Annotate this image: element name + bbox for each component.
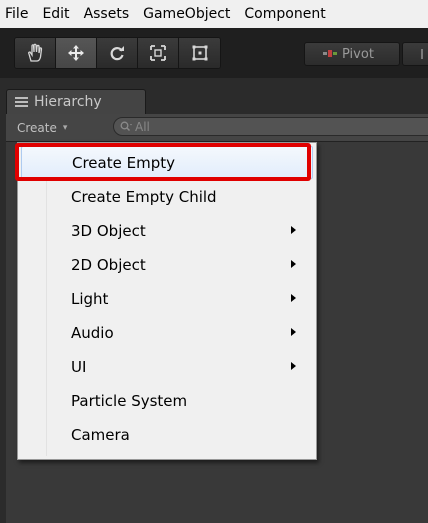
submenu-arrow-icon xyxy=(291,294,296,302)
hand-tool-button[interactable] xyxy=(15,38,56,68)
create-label: Create xyxy=(17,120,57,135)
menu-item-label: Create Empty Child xyxy=(71,187,217,206)
list-icon xyxy=(15,95,28,109)
global-local-toggle-button[interactable] xyxy=(402,42,428,66)
menu-item-audio[interactable]: Audio xyxy=(21,316,313,349)
scale-icon xyxy=(150,45,166,61)
menu-item-create-empty-child[interactable]: Create Empty Child xyxy=(21,180,313,213)
highlight-outline xyxy=(15,143,311,181)
menu-item-particle-system[interactable]: Particle System xyxy=(21,384,313,417)
hierarchy-toolbar: Create ▾ All xyxy=(6,114,428,142)
submenu-arrow-icon xyxy=(291,260,296,268)
menu-item-ui[interactable]: UI xyxy=(21,350,313,383)
pivot-icon xyxy=(323,50,337,57)
menu-assets[interactable]: Assets xyxy=(77,6,137,22)
search-placeholder: All xyxy=(135,119,150,134)
menu-edit[interactable]: Edit xyxy=(35,6,76,22)
rotate-tool-button[interactable] xyxy=(97,38,138,68)
hand-icon xyxy=(28,43,43,62)
move-tool-button[interactable] xyxy=(56,38,97,68)
pivot-toggle-button[interactable]: Pivot xyxy=(304,42,400,66)
menu-item-label: 3D Object xyxy=(71,221,146,240)
menu-item-label: 2D Object xyxy=(71,255,146,274)
rotate-icon xyxy=(110,46,124,61)
menu-item-label: Particle System xyxy=(71,391,188,410)
hierarchy-search-input[interactable]: All xyxy=(113,117,428,136)
hierarchy-tab-strip: Hierarchy xyxy=(0,78,428,114)
menu-item-camera[interactable]: Camera xyxy=(21,418,313,451)
menu-item-light[interactable]: Light xyxy=(21,282,313,315)
scale-tool-button[interactable] xyxy=(138,38,179,68)
submenu-arrow-icon xyxy=(291,226,296,234)
menu-item-label: Light xyxy=(71,289,109,308)
menu-item-label: Audio xyxy=(71,323,114,342)
move-icon xyxy=(68,45,84,61)
menu-file[interactable]: File xyxy=(0,6,35,22)
create-dropdown-menu: Create Empty Create Empty Child 3D Objec… xyxy=(17,142,317,460)
tab-hierarchy[interactable]: Hierarchy xyxy=(6,89,146,114)
menu-component[interactable]: Component xyxy=(237,6,332,22)
menu-item-label: Camera xyxy=(71,425,130,444)
menu-bar: File Edit Assets GameObject Component xyxy=(0,0,428,28)
menu-item-label: UI xyxy=(71,357,87,376)
submenu-arrow-icon xyxy=(291,362,296,370)
submenu-arrow-icon xyxy=(291,328,296,336)
rect-tool-button[interactable] xyxy=(179,38,220,68)
transform-tools xyxy=(14,37,221,69)
tab-hierarchy-label: Hierarchy xyxy=(34,94,102,110)
rect-icon xyxy=(192,45,207,61)
menu-item-2d-object[interactable]: 2D Object xyxy=(21,248,313,281)
menu-item-3d-object[interactable]: 3D Object xyxy=(21,214,313,247)
create-dropdown-button[interactable]: Create ▾ xyxy=(11,117,73,138)
chevron-down-icon: ▾ xyxy=(62,122,68,133)
search-icon xyxy=(120,121,132,132)
menu-gameobject[interactable]: GameObject xyxy=(136,6,237,22)
main-toolbar: Pivot xyxy=(0,28,428,78)
pivot-label: Pivot xyxy=(342,46,374,62)
